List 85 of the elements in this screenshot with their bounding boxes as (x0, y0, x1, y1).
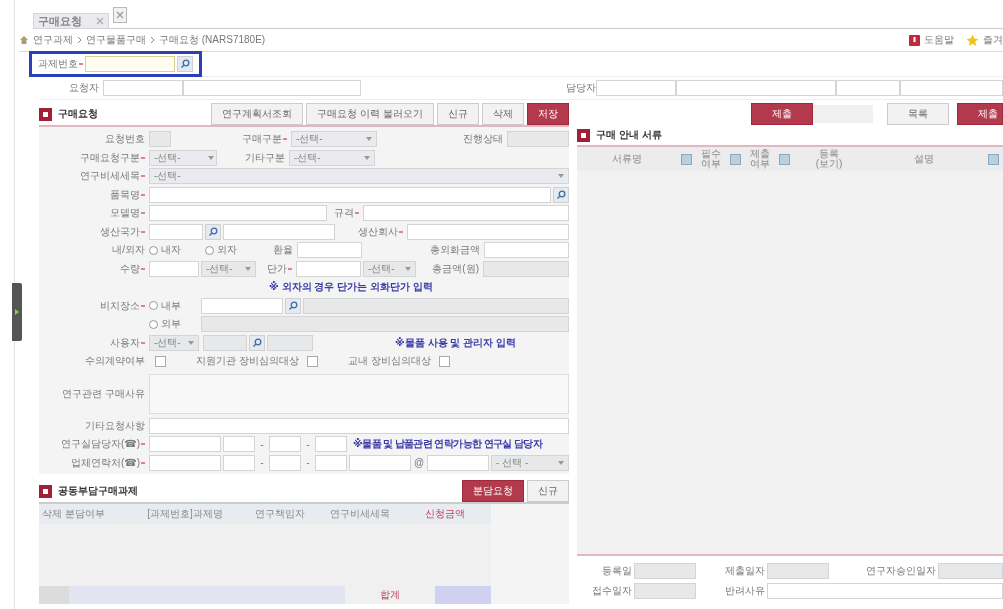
section-title: 구매 안내 서류 (596, 128, 662, 142)
field-label: 사용자 (110, 335, 140, 350)
breadcrumb-link[interactable]: 연구과제 (33, 33, 73, 47)
select-field[interactable]: -선택- (289, 149, 375, 166)
action-button[interactable]: 분담요청 (462, 480, 524, 502)
column-header: 설명 (913, 154, 935, 164)
tab[interactable]: 구매요청 (33, 13, 109, 29)
field-label: 연구관련 구매사유 (62, 386, 145, 401)
radio-label: 외부 (161, 317, 181, 332)
column-header: 신청금액 (424, 507, 466, 521)
header-link[interactable]: 즐겨 (983, 33, 1003, 47)
action-button[interactable]: 삭제 (482, 103, 524, 125)
checkbox-label: 지원기관 장비심의대상 (196, 354, 299, 369)
field-label: 반려사유 (724, 584, 765, 598)
field-label: 연구자승인일자 (865, 564, 936, 578)
column-header: 제출 여부 (749, 149, 771, 169)
radio-label: 외자 (217, 243, 237, 258)
field-label: 규격 (334, 206, 354, 221)
field-label: 연구비세세목 (80, 169, 140, 184)
field-label: 기타구분 (245, 150, 285, 165)
section-title: 공동부담구매과제 (58, 484, 138, 498)
separator-text: - (305, 457, 311, 469)
action-button[interactable]: 구매요청 이력 불러오기 (306, 103, 434, 125)
breadcrumb-link[interactable]: 연구물품구매 (86, 33, 146, 47)
select-field[interactable]: -선택- (291, 131, 377, 148)
field-label: 진행상태 (463, 132, 503, 147)
field-label: 업체연락처(☎) (70, 455, 140, 470)
column-header: 연구책임자 (254, 507, 306, 521)
field-label: 과제번호 (38, 57, 78, 71)
action-button[interactable]: 연구계획서조회 (211, 103, 304, 125)
section-title: 구매요청 (58, 107, 98, 121)
column-header: 연구비세세목 (329, 507, 391, 521)
note-text: ※ 외자의 경우 단가는 외화단가 입력 (269, 280, 433, 295)
column-header: 삭제 (41, 507, 63, 521)
checkbox-label: 교내 장비심의대상 (347, 354, 431, 369)
column-header: [과제번호]과제명 (146, 507, 224, 521)
header-link[interactable]: 도움말 (924, 33, 954, 47)
action-button[interactable]: 저장 (527, 103, 569, 125)
field-label: 총금액(원) (432, 261, 479, 276)
field-label: 등록일 (601, 564, 632, 578)
field-label: 구매구분 (242, 132, 282, 147)
select-field[interactable]: -선택- (149, 149, 217, 166)
field-label: 총외화금액 (430, 243, 480, 258)
column-header: 등록 (보기) (814, 149, 844, 169)
breadcrumb-link[interactable]: 구매요청 (NARS7180E) (159, 33, 266, 47)
field-label: 요청번호 (105, 132, 145, 147)
total-label: 합계 (379, 588, 401, 602)
field-label: 내/외자 (112, 243, 145, 258)
action-button[interactable]: 목록 (887, 103, 949, 125)
column-header: 서류명 (611, 154, 643, 164)
field-label: 생산회사 (358, 224, 398, 239)
select-field[interactable]: -선택- (201, 260, 256, 277)
radio-label: 내자 (161, 243, 181, 258)
field-label: 수의계약여부 (85, 354, 145, 369)
field-label: 비치장소 (100, 298, 140, 313)
select-field[interactable]: - 선택 - (491, 454, 569, 471)
action-button[interactable]: 신규 (527, 480, 569, 502)
select-field[interactable]: -선택- (363, 260, 416, 277)
radio-label: 내부 (161, 298, 181, 313)
field-label: 기타요청사항 (85, 418, 145, 433)
action-button[interactable]: 신규 (437, 103, 479, 125)
column-header: 필수 여부 (700, 149, 722, 169)
field-label: 담당자 (566, 81, 596, 95)
field-label: 품목명 (110, 187, 140, 202)
column-header: 분담여부 (65, 507, 106, 521)
field-label: 수량 (120, 261, 140, 276)
field-label: 단가 (267, 261, 287, 276)
separator-text: - (259, 438, 265, 450)
note-text: ※물품 및 납품관련 연락가능한 연구실 담당자 (353, 437, 543, 452)
action-button[interactable]: 제출 (957, 103, 1003, 125)
field-label: 생산국가 (100, 224, 140, 239)
separator-text: - (305, 438, 311, 450)
field-label: 요청자 (68, 81, 100, 95)
field-label: 환율 (273, 243, 293, 258)
field-label: 연구실담당자(☎) (60, 437, 140, 452)
select-field[interactable]: -선택- (149, 168, 569, 185)
field-label: 모델명 (110, 206, 140, 221)
action-button[interactable]: 제출 (751, 103, 813, 125)
select-field[interactable]: -선택- (149, 334, 199, 351)
field-label: 제출일자 (724, 564, 765, 578)
separator-text: - (259, 457, 265, 469)
at-sign: @ (413, 457, 425, 469)
field-label: 접수일자 (591, 584, 632, 598)
field-label: 구매요청구분 (80, 150, 140, 165)
note-text: ※물품 사용 및 관리자 입력 (395, 335, 516, 350)
